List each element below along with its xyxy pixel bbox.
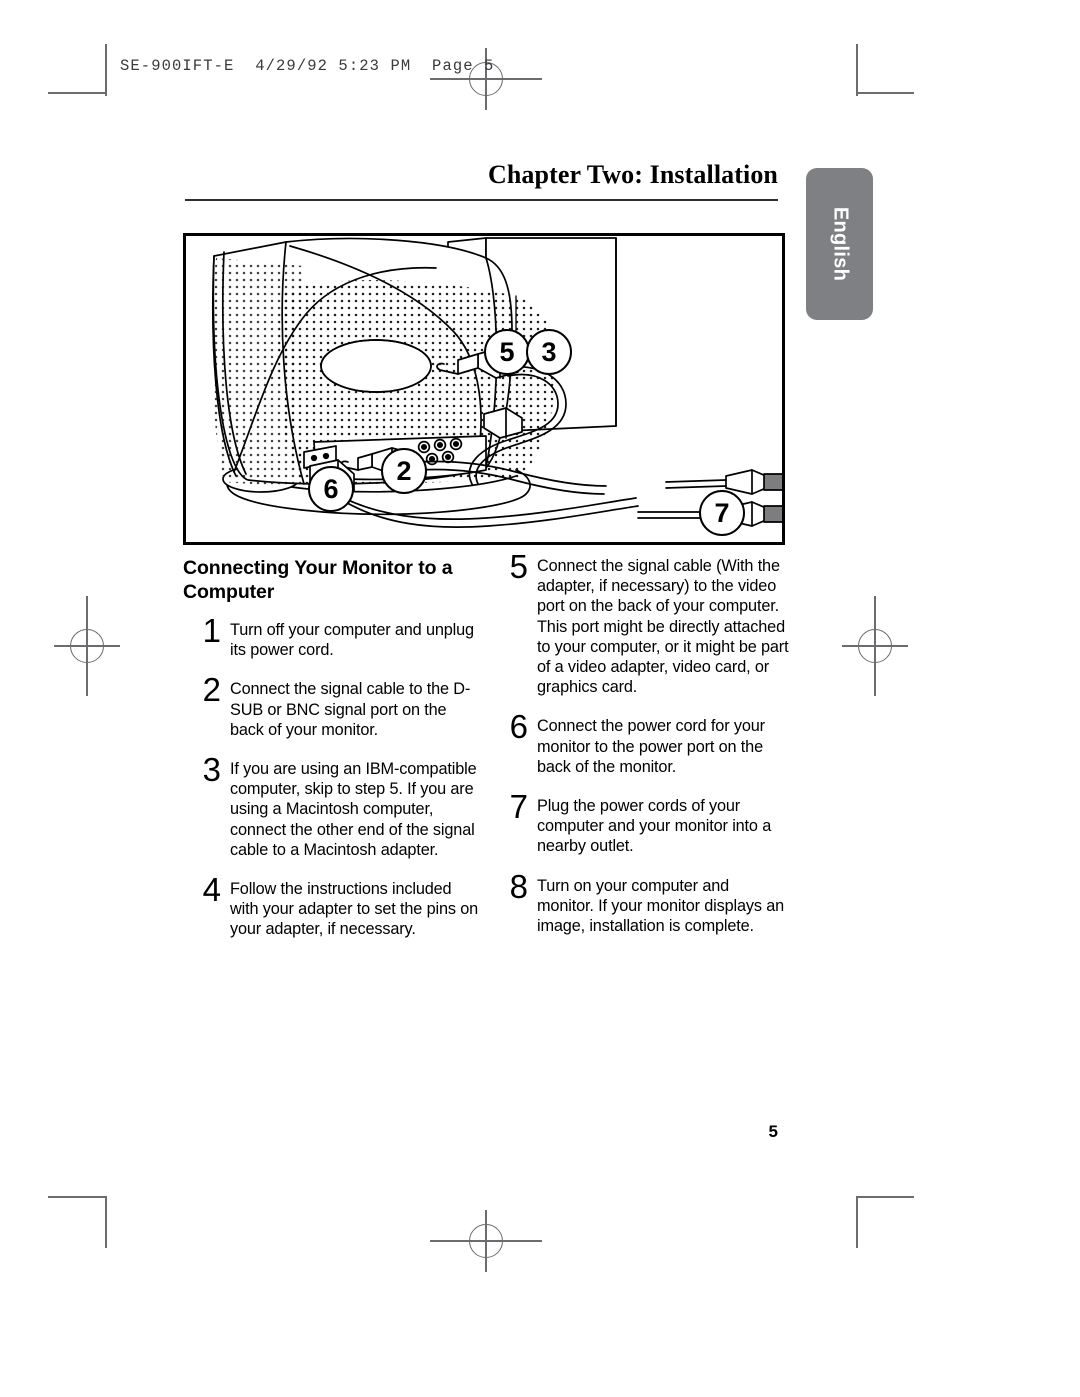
step-item: 7 Plug the power cords of your computer … — [490, 789, 790, 857]
figure-callout-6: 6 — [308, 466, 354, 512]
prepress-slug: SE-900IFT-E 4/29/92 5:23 PM Page 5 — [120, 57, 495, 75]
title-rule — [185, 199, 778, 201]
page-number: 5 — [768, 1122, 778, 1141]
step-item: 2 Connect the signal cable to the D-SUB … — [183, 672, 483, 740]
figure-callout-5: 5 — [484, 329, 530, 375]
instructions-column-left: Connecting Your Monitor to a Computer 1 … — [183, 556, 483, 959]
registration-mark-left — [54, 596, 120, 696]
crop-mark-top-right-vertical — [856, 44, 858, 96]
document-page: SE-900IFT-E 4/29/92 5:23 PM Page 5 Chapt… — [0, 0, 1080, 1397]
figure-callout-3: 3 — [526, 329, 572, 375]
language-tab-english: English — [806, 168, 873, 320]
crop-mark-bottom-left-horizontal — [48, 1196, 106, 1198]
callout-number: 2 — [396, 455, 412, 486]
crop-mark-top-right-horizontal — [856, 92, 914, 94]
crop-mark-bottom-right-vertical — [856, 1196, 858, 1248]
crop-mark-top-left-horizontal — [48, 92, 106, 94]
callout-number: 7 — [714, 497, 730, 528]
step-item: 6 Connect the power cord for your monito… — [490, 709, 790, 777]
step-number: 2 — [202, 671, 221, 709]
page-title: Chapter Two: Installation — [488, 160, 778, 189]
step-text: Connect the power cord for your monitor … — [537, 717, 765, 776]
callout-number: 3 — [541, 336, 557, 367]
instructions-column-right: 5 Connect the signal cable (With the ada… — [490, 549, 790, 955]
callout-number: 6 — [323, 473, 339, 504]
step-text: Connect the signal cable (With the adapt… — [537, 557, 789, 697]
step-number: 8 — [509, 867, 528, 905]
step-item: 3 If you are using an IBM-compatible com… — [183, 752, 483, 860]
registration-mark-bottom — [430, 1210, 542, 1272]
step-item: 5 Connect the signal cable (With the ada… — [490, 549, 790, 697]
step-text: Plug the power cords of your computer an… — [537, 797, 772, 856]
crop-mark-bottom-left-vertical — [105, 1196, 107, 1248]
step-number: 6 — [509, 708, 528, 746]
step-text: If you are using an IBM-compatible compu… — [230, 760, 477, 859]
monitor-line-drawing — [211, 237, 782, 528]
monitor-connection-illustration: 5 3 2 6 7 — [183, 233, 785, 545]
step-item: 8 Turn on your computer and monitor. If … — [490, 868, 790, 937]
step-text: Turn on your computer and monitor. If yo… — [537, 876, 785, 936]
callout-number: 5 — [499, 336, 515, 367]
step-number: 5 — [509, 548, 528, 585]
figure-callout-2: 2 — [381, 448, 427, 494]
step-text: Turn off your computer and unplug its po… — [230, 621, 474, 660]
step-number: 4 — [202, 871, 221, 909]
step-number: 7 — [509, 788, 528, 826]
step-item: 4 Follow the instructions included with … — [183, 872, 483, 940]
section-heading: Connecting Your Monitor to a Computer — [183, 557, 453, 603]
step-number: 1 — [202, 612, 221, 649]
figure-callout-7: 7 — [699, 490, 745, 536]
step-text: Follow the instructions included with yo… — [230, 880, 479, 939]
language-tab-label: English — [829, 206, 851, 282]
registration-mark-right — [842, 596, 908, 696]
step-item: 1 Turn off your computer and unplug its … — [183, 613, 483, 660]
crop-mark-bottom-right-horizontal — [856, 1196, 914, 1198]
crop-mark-top-left-vertical — [105, 44, 107, 96]
step-text: Connect the signal cable to the D-SUB or… — [230, 680, 471, 739]
step-number: 3 — [202, 751, 221, 789]
